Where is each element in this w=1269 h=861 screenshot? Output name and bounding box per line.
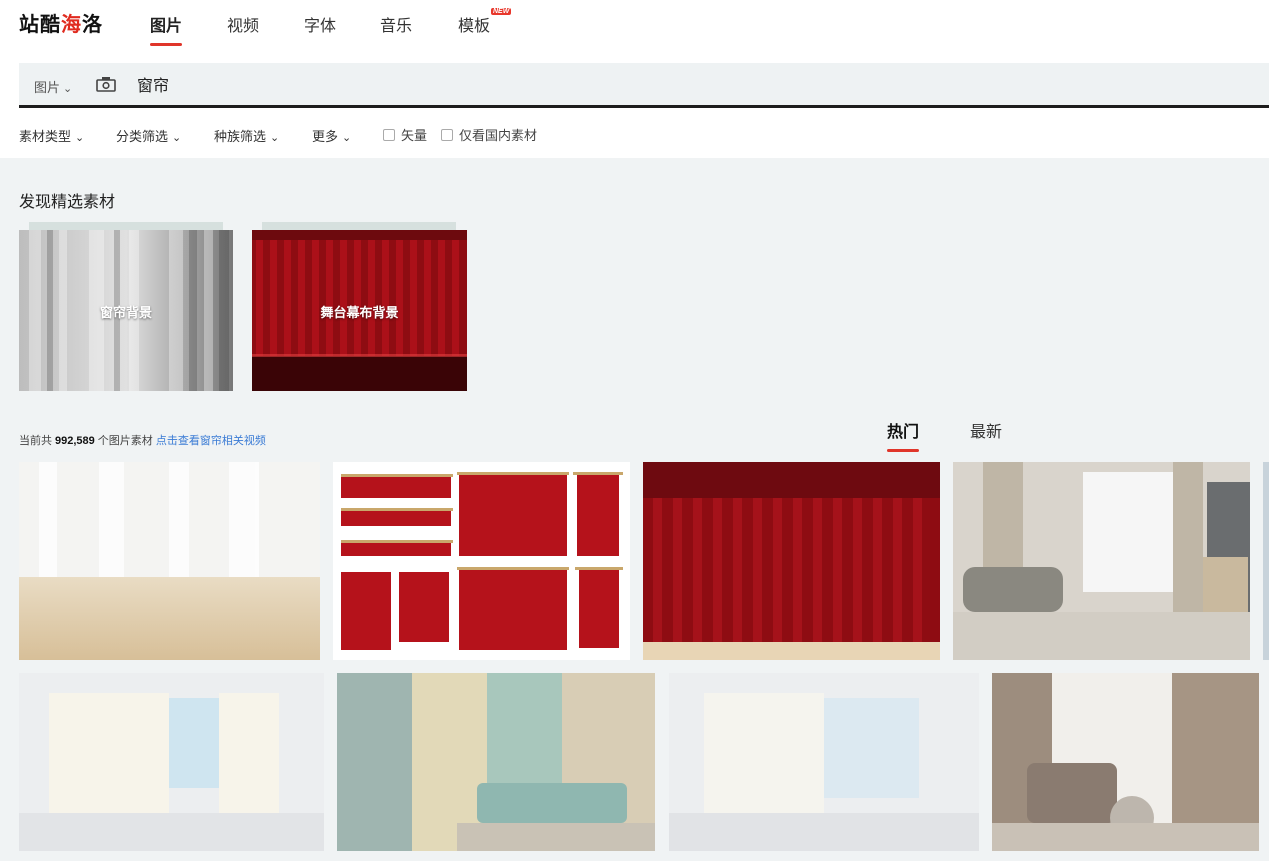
top-nav: 站酷海洛 图片 视频 字体 音乐 模板 NEW — [0, 0, 1269, 62]
search-bar: 图片 ⌄ — [19, 63, 1269, 108]
tab-images[interactable]: 图片 — [150, 12, 183, 46]
chevron-down-icon: ⌄ — [75, 132, 85, 144]
sort-tab-hot[interactable]: 热门 — [887, 418, 920, 452]
search-input[interactable] — [135, 74, 739, 94]
tab-fonts[interactable]: 字体 — [304, 12, 336, 36]
camera-icon[interactable] — [96, 76, 116, 92]
related-video-link[interactable]: 点击查看窗帘相关视频 — [156, 435, 266, 447]
image-tile[interactable] — [992, 673, 1259, 851]
card-label: 窗帘背景 — [99, 305, 152, 320]
featured-card-stage-curtain[interactable]: 舞台幕布背景 — [252, 230, 467, 391]
result-count: 当前共 992,589 个图片素材 点击查看窗帘相关视频 — [19, 435, 266, 447]
image-tile[interactable] — [19, 462, 320, 660]
image-tile[interactable] — [1263, 462, 1269, 660]
filter-more[interactable]: 更多 ⌄ — [312, 126, 351, 145]
tab-music[interactable]: 音乐 — [380, 12, 412, 36]
chevron-down-icon: ⌄ — [270, 132, 280, 144]
checkbox-box[interactable] — [383, 129, 395, 141]
image-tile[interactable] — [953, 462, 1250, 660]
filter-ethnicity[interactable]: 种族筛选 ⌄ — [214, 126, 279, 145]
chevron-down-icon: ⌄ — [63, 83, 73, 95]
checkbox-domestic-only[interactable]: 仅看国内素材 — [441, 125, 537, 144]
search-type-dropdown[interactable]: 图片 ⌄ — [34, 77, 72, 96]
filter-material-type[interactable]: 素材类型 ⌄ — [19, 126, 84, 145]
image-tile[interactable] — [333, 462, 630, 660]
featured-title: 发现精选素材 — [19, 194, 116, 211]
logo[interactable]: 站酷海洛 — [19, 8, 103, 37]
card-stack-edge — [29, 222, 223, 230]
card-stack-edge — [262, 222, 456, 230]
chevron-down-icon: ⌄ — [342, 132, 352, 144]
tab-videos[interactable]: 视频 — [227, 12, 259, 36]
chevron-down-icon: ⌄ — [172, 132, 182, 144]
new-badge: NEW — [491, 8, 512, 15]
sort-tab-latest[interactable]: 最新 — [970, 418, 1002, 442]
checkbox-box[interactable] — [441, 129, 453, 141]
image-tile[interactable] — [19, 673, 324, 851]
featured-card-curtain-bg[interactable]: 窗帘背景 — [19, 230, 233, 391]
card-label: 舞台幕布背景 — [320, 305, 399, 320]
tab-templates[interactable]: 模板 NEW — [458, 8, 512, 36]
image-tile[interactable] — [337, 673, 655, 851]
filter-category[interactable]: 分类筛选 ⌄ — [116, 126, 181, 145]
filter-bar: 素材类型 ⌄ 分类筛选 ⌄ 种族筛选 ⌄ 更多 ⌄ 矢量 仅看国内素材 — [0, 108, 1269, 158]
image-tile[interactable] — [669, 673, 979, 851]
image-tile[interactable] — [643, 462, 940, 660]
checkbox-vector[interactable]: 矢量 — [383, 125, 427, 144]
